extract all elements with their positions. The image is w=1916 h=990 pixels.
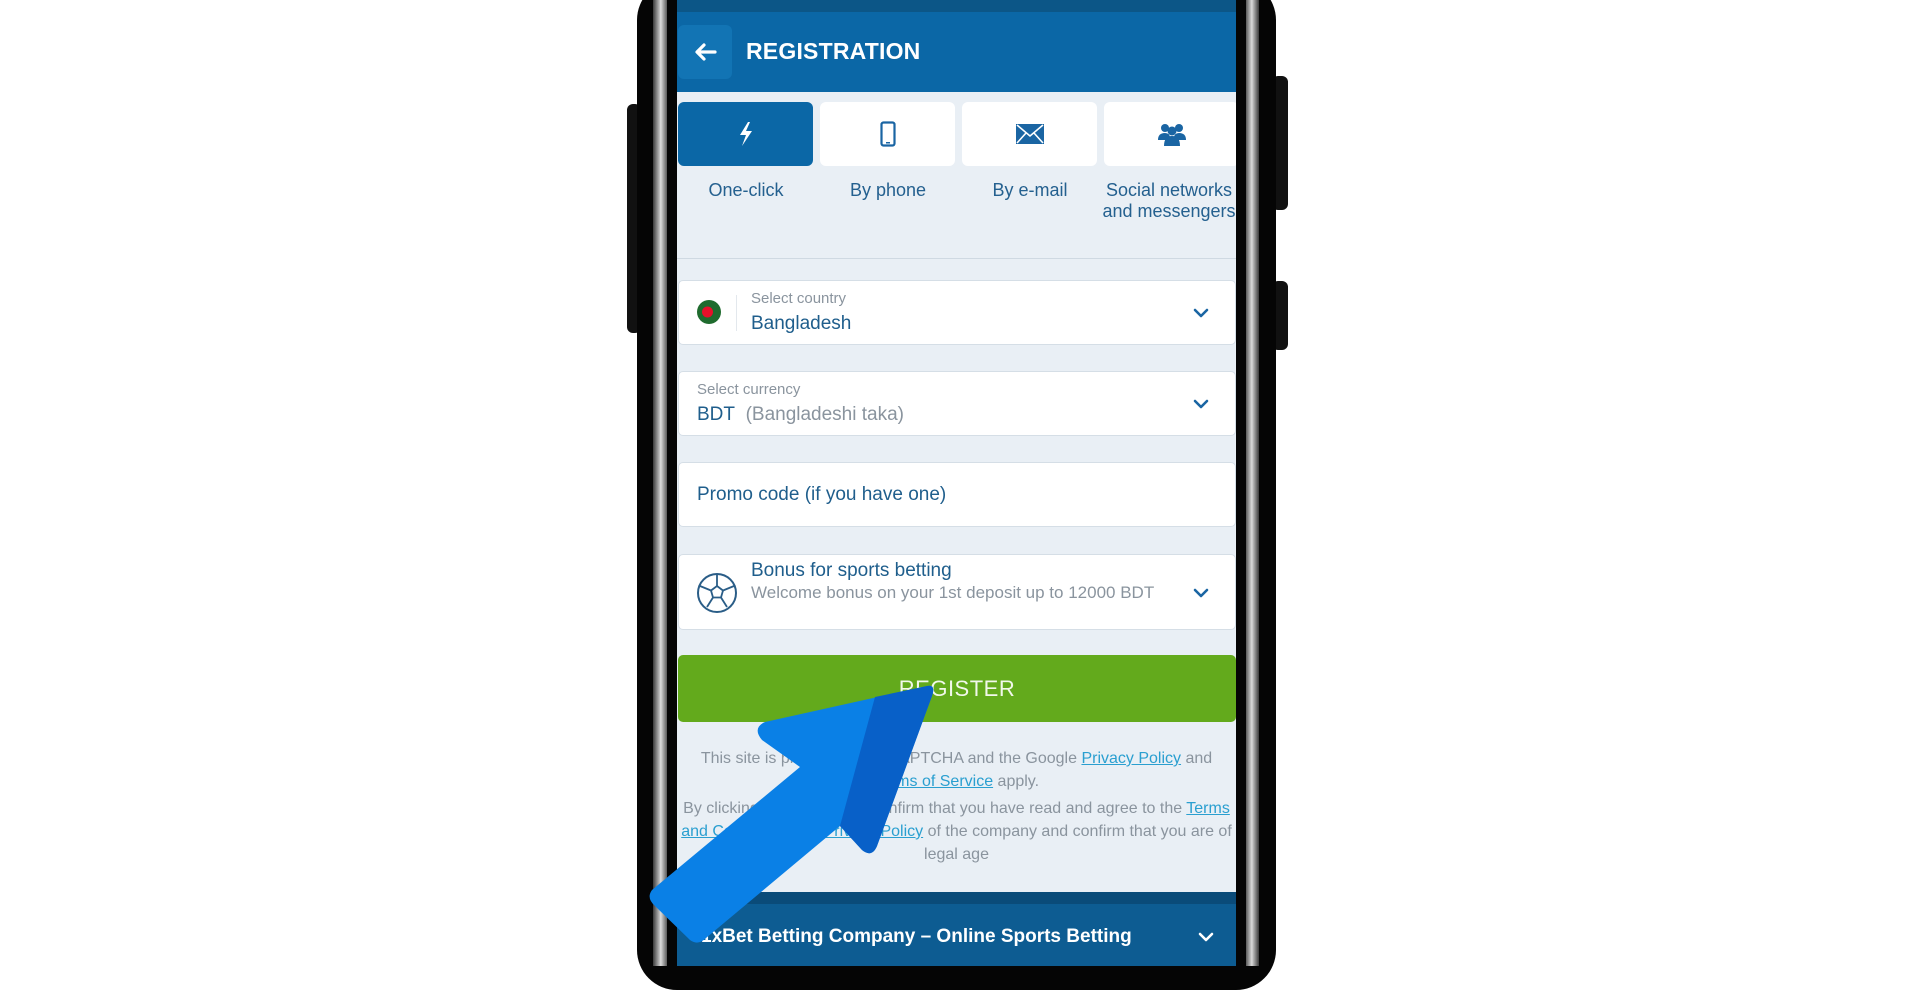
legal-text: of the company and confirm that you are … xyxy=(923,823,1232,863)
promo-code-input[interactable]: Promo code (if you have one) xyxy=(678,462,1236,527)
users-icon xyxy=(1157,124,1186,146)
register-button[interactable]: REGISTER xyxy=(678,655,1236,722)
bonus-title: Bonus for sports betting xyxy=(751,560,952,581)
legal-notice: This site is protected by reCAPTCHA and … xyxy=(677,747,1236,866)
country-select[interactable]: Select country Bangladesh xyxy=(678,280,1236,345)
tab-label-by-email: By e-mail xyxy=(992,180,1068,200)
chevron-down-icon xyxy=(1193,588,1209,598)
currency-value: BDT (Bangladeshi taka) xyxy=(697,404,904,426)
phone-icon xyxy=(879,121,896,147)
agreement-notice: By clicking this button you confirm that… xyxy=(677,797,1236,866)
footer-shadow xyxy=(677,892,1236,904)
legal-text: and xyxy=(1181,750,1213,767)
phone-screen: REGISTRATION One-click By phone By e-mai… xyxy=(677,0,1236,966)
tab-by-phone[interactable] xyxy=(820,102,955,166)
tab-label-one-click: One-click xyxy=(708,180,784,200)
company-privacy-policy-link[interactable]: Privacy Policy xyxy=(824,823,924,840)
chevron-down-icon xyxy=(1198,932,1214,942)
section-divider xyxy=(677,258,1236,259)
terms-of-service-link[interactable]: Terms of Service xyxy=(874,773,993,790)
currency-name: (Bangladeshi taka) xyxy=(745,404,904,425)
phone-rim-right xyxy=(1246,0,1259,966)
country-value: Bangladesh xyxy=(751,313,852,334)
arrow-left-icon xyxy=(695,43,717,61)
bonus-select[interactable]: Bonus for sports betting Welcome bonus o… xyxy=(678,554,1236,630)
registration-header: REGISTRATION xyxy=(677,12,1236,92)
currency-label: Select currency xyxy=(697,381,801,398)
country-label: Select country xyxy=(751,290,847,307)
tab-social-networks[interactable] xyxy=(1104,102,1236,166)
bangladesh-flag-icon xyxy=(697,300,721,324)
back-button[interactable] xyxy=(678,25,732,79)
status-strip xyxy=(677,0,1236,12)
promo-code-placeholder: Promo code (if you have one) xyxy=(697,484,947,505)
page-title: REGISTRATION xyxy=(746,38,921,64)
tab-one-click[interactable] xyxy=(678,102,813,166)
flag-separator xyxy=(736,295,737,331)
envelope-icon xyxy=(1015,124,1044,144)
tab-label-social-networks: Social networks and messengers xyxy=(1102,180,1236,221)
google-privacy-policy-link[interactable]: Privacy Policy xyxy=(1081,750,1181,767)
legal-text: This site is protected by reCAPTCHA and … xyxy=(700,750,1082,767)
bonus-description: Welcome bonus on your 1st deposit up to … xyxy=(751,583,1155,602)
lightning-icon xyxy=(739,122,752,146)
recaptcha-notice: This site is protected by reCAPTCHA and … xyxy=(677,747,1236,793)
currency-select[interactable]: Select currency BDT (Bangladeshi taka) xyxy=(678,371,1236,436)
legal-text: and xyxy=(787,823,824,840)
chevron-down-icon xyxy=(1193,399,1209,409)
legal-text: By clicking this button you confirm that… xyxy=(683,800,1187,817)
footer-title: 1xBet Betting Company – Online Sports Be… xyxy=(701,926,1132,947)
tab-by-email[interactable] xyxy=(962,102,1097,166)
tab-label-by-phone: By phone xyxy=(849,180,927,200)
phone-rim-left xyxy=(653,0,667,966)
chevron-down-icon xyxy=(1193,308,1209,318)
legal-text: apply. xyxy=(993,773,1040,790)
footer-accordion[interactable]: 1xBet Betting Company – Online Sports Be… xyxy=(677,892,1236,966)
soccer-ball-icon xyxy=(697,573,737,613)
currency-code: BDT xyxy=(697,404,735,425)
